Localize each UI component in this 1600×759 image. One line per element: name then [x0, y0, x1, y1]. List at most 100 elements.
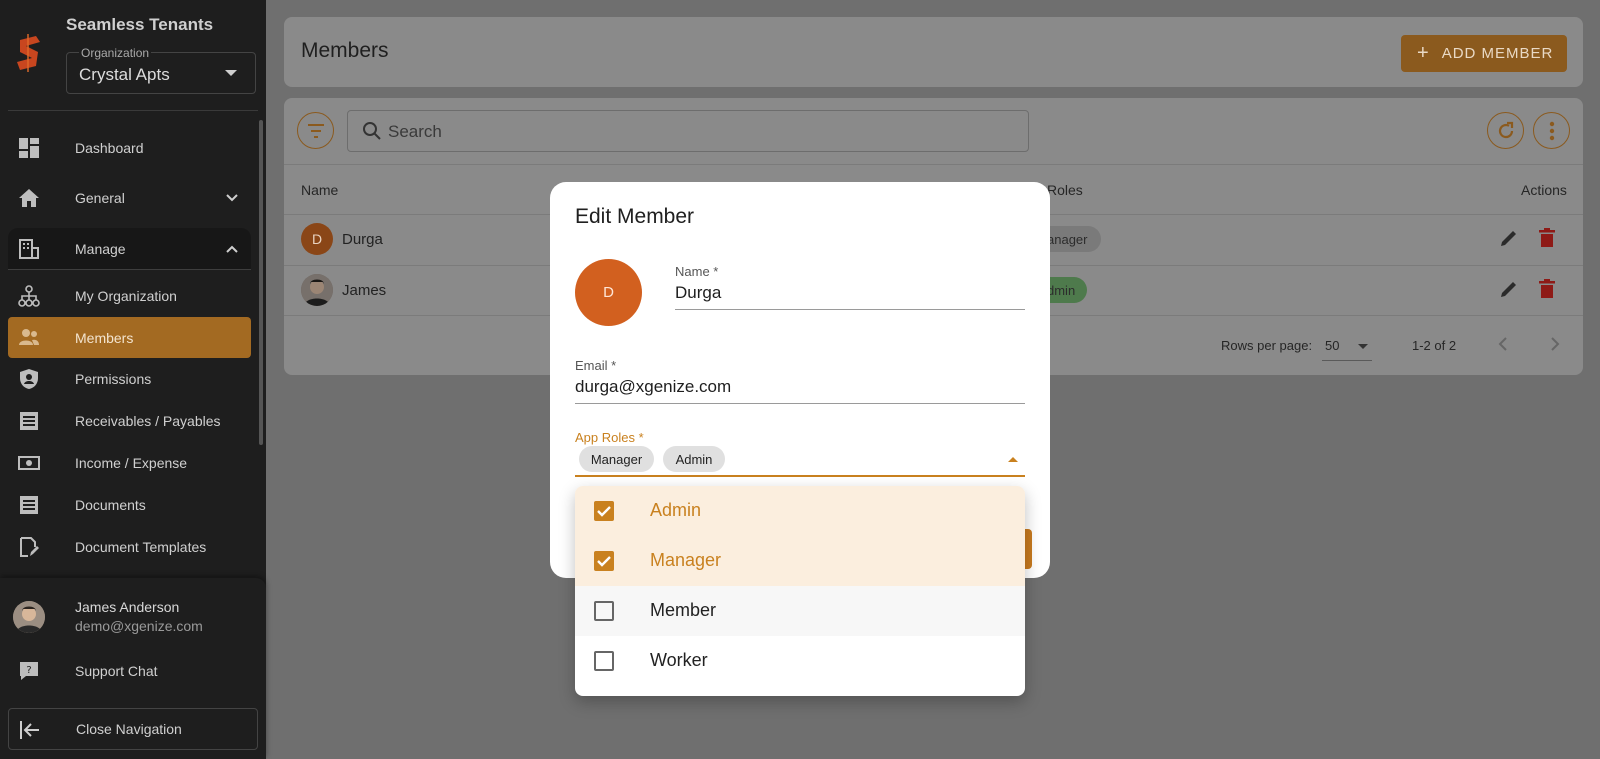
- filter-button[interactable]: [297, 112, 334, 149]
- member-name: Durga: [342, 231, 383, 248]
- nav-label: Members: [75, 329, 134, 346]
- nav-label: Documents: [75, 497, 146, 513]
- nav-label: Document Templates: [75, 539, 207, 555]
- nav-income-expense[interactable]: Income / Expense: [8, 443, 251, 483]
- page-header: [284, 17, 1583, 87]
- user-email: demo@xgenize.com: [75, 618, 203, 634]
- role-option-member[interactable]: Member: [575, 586, 1025, 636]
- name-field[interactable]: Durga: [675, 283, 721, 303]
- refresh-icon: [1498, 121, 1514, 139]
- email-field-underline: [575, 403, 1025, 404]
- nav-label: Manage: [75, 241, 126, 257]
- member-avatar[interactable]: D: [575, 259, 642, 326]
- rows-per-page-label: Rows per page:: [1221, 338, 1313, 353]
- dropdown-caret-icon: [1358, 344, 1368, 349]
- nav-documents[interactable]: Documents: [8, 485, 251, 525]
- app-roles-label: App Roles *: [575, 430, 644, 445]
- receipt-icon: [20, 412, 38, 430]
- nav-label: Income / Expense: [75, 455, 188, 471]
- name-field-underline: [675, 309, 1025, 310]
- shield-user-icon: [20, 369, 38, 389]
- checkbox-checked-icon: [594, 551, 614, 571]
- nav-my-organization[interactable]: My Organization: [8, 276, 251, 316]
- option-label: Manager: [650, 550, 722, 570]
- user-avatar[interactable]: [13, 601, 45, 633]
- nav-members[interactable]: Members: [8, 317, 251, 358]
- edit-icon[interactable]: [1499, 279, 1519, 299]
- nav-label: General: [75, 190, 125, 206]
- role-chip-label: dmin: [1047, 282, 1076, 298]
- divider: [284, 164, 1583, 165]
- selected-role-chip[interactable]: Admin: [663, 446, 725, 472]
- role-option-manager[interactable]: Manager: [575, 536, 1025, 586]
- nav-permissions[interactable]: Permissions: [8, 359, 251, 399]
- pagination-range: 1-2 of 2: [1412, 338, 1457, 353]
- close-navigation-button[interactable]: Close Navigation: [8, 708, 258, 750]
- search-input[interactable]: Search: [347, 110, 1029, 152]
- building-icon: [19, 239, 39, 259]
- chat-help-icon: ?: [20, 662, 38, 680]
- home-icon: [19, 189, 39, 207]
- column-header-roles[interactable]: Roles: [1047, 182, 1083, 198]
- chevron-right-icon[interactable]: [1549, 336, 1561, 352]
- user-photo-icon: [13, 601, 45, 633]
- app-roles-underline: [575, 475, 1025, 477]
- chevron-down-icon: [226, 194, 238, 202]
- nav-label: Support Chat: [75, 663, 158, 679]
- nav-label: My Organization: [75, 288, 177, 304]
- checkbox-checked-icon: [594, 501, 614, 521]
- nav-dashboard[interactable]: Dashboard: [8, 128, 251, 168]
- nav-document-templates[interactable]: Document Templates: [8, 527, 251, 567]
- delete-icon[interactable]: [1538, 228, 1556, 248]
- email-field-label: Email *: [575, 358, 617, 373]
- avatar: [301, 274, 333, 306]
- chevron-up-icon: [226, 245, 238, 253]
- checkbox-unchecked-icon: [594, 601, 614, 621]
- money-icon: [18, 456, 40, 470]
- dashboard-icon: [19, 138, 39, 158]
- option-label: Admin: [650, 500, 702, 520]
- email-field[interactable]: durga@xgenize.com: [575, 377, 731, 397]
- filter-icon: [308, 124, 324, 138]
- more-options-button[interactable]: [1533, 112, 1570, 149]
- option-label: Worker: [650, 650, 708, 670]
- dropdown-caret-up-icon[interactable]: [1008, 457, 1018, 462]
- role-option-worker[interactable]: Worker: [575, 636, 1025, 686]
- page-title: Members: [301, 39, 389, 62]
- add-member-button[interactable]: + ADD MEMBER: [1401, 35, 1567, 72]
- edit-icon[interactable]: [1499, 228, 1519, 248]
- role-option-admin[interactable]: Admin: [575, 486, 1025, 536]
- plus-icon: +: [1417, 42, 1430, 64]
- divider: [8, 110, 258, 111]
- brand-name: Seamless Tenants: [66, 15, 214, 34]
- column-header-name[interactable]: Name: [301, 182, 338, 198]
- chevron-left-icon[interactable]: [1497, 336, 1509, 352]
- delete-icon[interactable]: [1538, 279, 1556, 299]
- rows-per-page-value: 50: [1325, 338, 1340, 353]
- name-field-label: Name *: [675, 264, 719, 279]
- sidebar-scrollbar[interactable]: [259, 120, 263, 445]
- document-icon: [20, 496, 38, 514]
- selected-role-chip[interactable]: Manager: [579, 446, 654, 472]
- app-roles-menu: Admin Manager Member Worker: [575, 486, 1025, 696]
- role-chip-label: anager: [1047, 231, 1088, 247]
- option-label: Member: [650, 600, 717, 620]
- chip-label: Admin: [675, 451, 713, 467]
- organization-select[interactable]: Organization Crystal Apts: [66, 46, 256, 94]
- member-name: James: [342, 282, 387, 299]
- search-placeholder: Search: [388, 122, 442, 141]
- more-vertical-icon: [1549, 121, 1555, 141]
- dialog-title: Edit Member: [575, 205, 695, 228]
- nav-manage[interactable]: Manage: [8, 229, 251, 269]
- user-name: James Anderson: [75, 599, 180, 615]
- app-logo-icon: [17, 34, 40, 72]
- dropdown-caret-icon: [225, 70, 237, 76]
- nav-label: Dashboard: [75, 140, 144, 156]
- nav-receivables-payables[interactable]: Receivables / Payables: [8, 401, 251, 441]
- rows-per-page-select[interactable]: 50: [1322, 333, 1372, 361]
- refresh-button[interactable]: [1487, 112, 1524, 149]
- checkbox-unchecked-icon: [594, 651, 614, 671]
- nav-support-chat[interactable]: ? Support Chat: [8, 651, 251, 691]
- avatar: D: [301, 223, 333, 255]
- nav-general[interactable]: General: [8, 178, 251, 218]
